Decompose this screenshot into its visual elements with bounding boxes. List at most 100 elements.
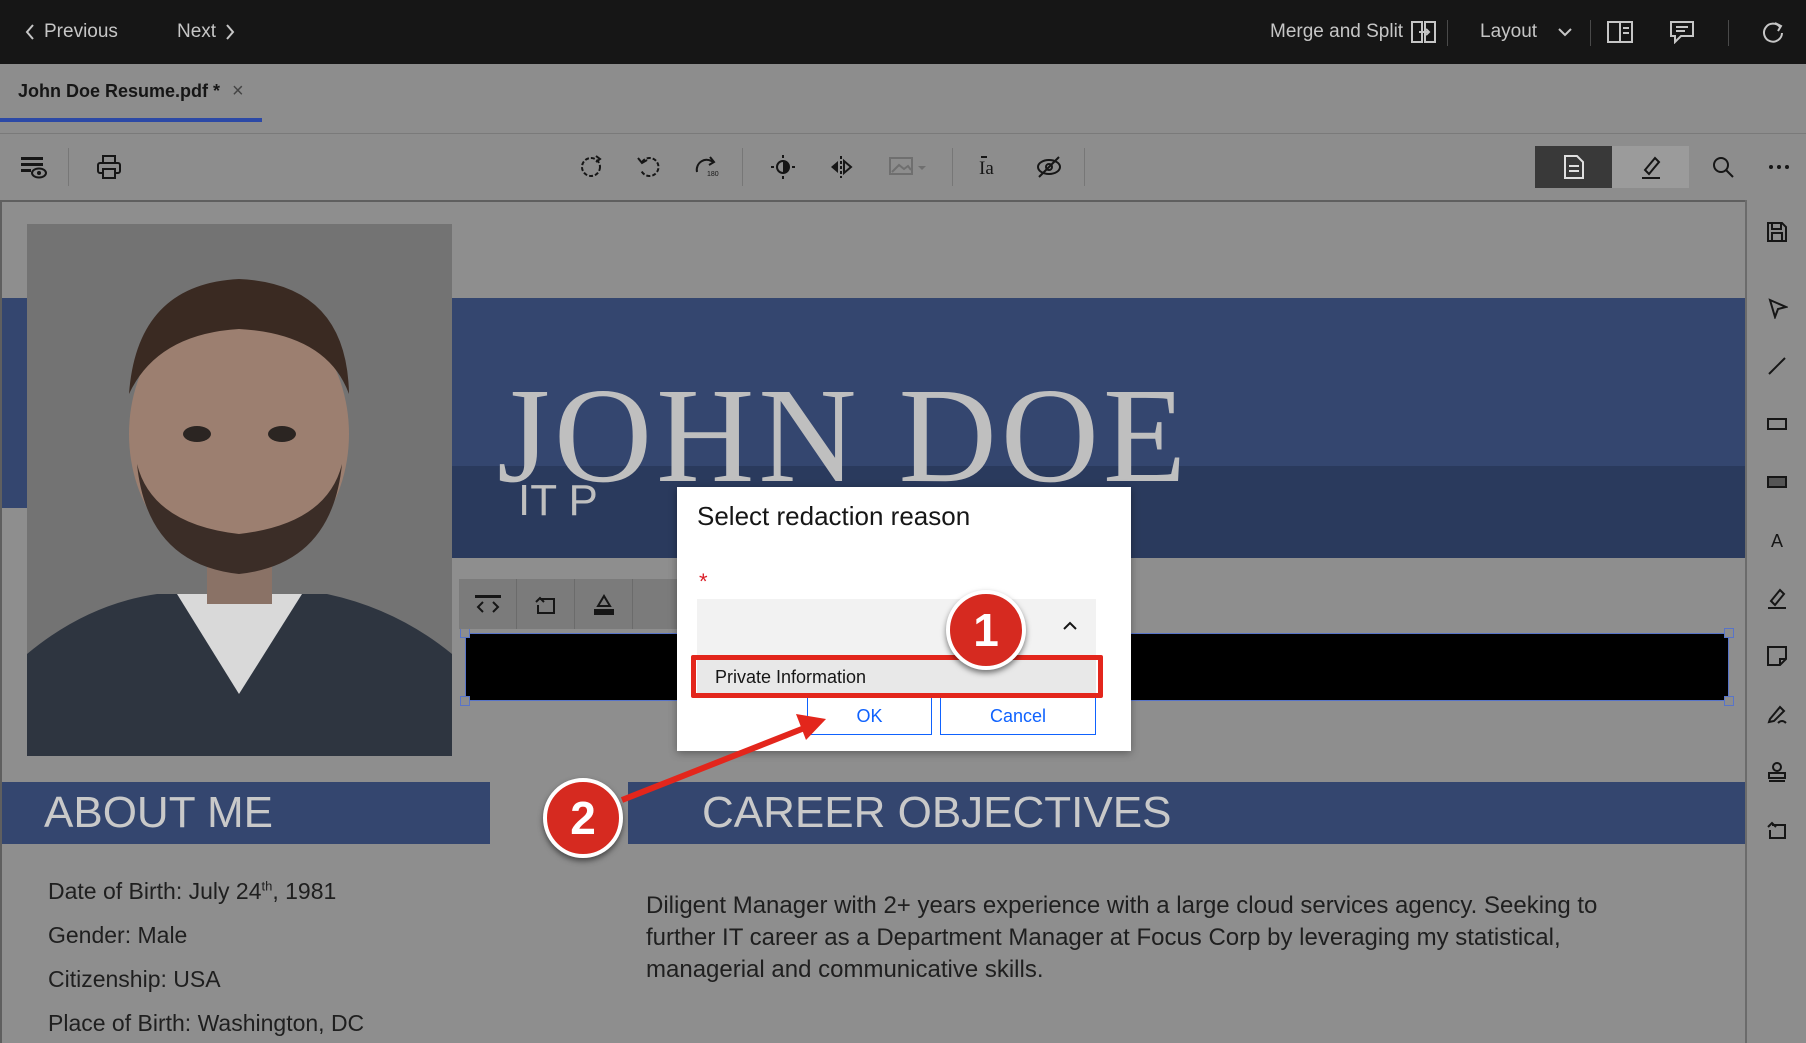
svg-text:Ia: Ia bbox=[979, 158, 994, 179]
career-objective-text: Diligent Manager with 2+ years experienc… bbox=[646, 892, 1598, 983]
text-recognition-button[interactable]: Ia bbox=[974, 150, 1008, 184]
viewer-toolbar: 180 Ia bbox=[0, 134, 1806, 200]
tab-title: John Doe Resume.pdf * bbox=[18, 80, 221, 101]
document-view-button[interactable] bbox=[1535, 146, 1612, 188]
line-tool[interactable] bbox=[1761, 350, 1793, 382]
layout-label: Layout bbox=[1480, 21, 1538, 42]
text-recognition-icon: Ia bbox=[978, 154, 1004, 180]
filled-rectangle-tool[interactable] bbox=[1761, 466, 1793, 498]
annotation-tool-rail: A bbox=[1745, 200, 1806, 1043]
image-adjust-icon bbox=[888, 154, 928, 180]
annotate-button[interactable] bbox=[1612, 146, 1689, 188]
document-tab[interactable]: John Doe Resume.pdf * × bbox=[0, 64, 262, 122]
hide-button[interactable] bbox=[1032, 150, 1066, 184]
toolbar-divider bbox=[68, 148, 69, 186]
top-navigation-bar: Previous Next Merge and Split Layout bbox=[0, 0, 1806, 64]
resize-handle[interactable] bbox=[460, 696, 470, 706]
previous-button[interactable]: Previous bbox=[24, 0, 118, 64]
ok-button[interactable]: OK bbox=[807, 697, 932, 735]
merge-split-button[interactable]: Merge and Split bbox=[1270, 0, 1437, 64]
resize-handle[interactable] bbox=[460, 628, 470, 638]
highlighter-tool[interactable] bbox=[1761, 582, 1793, 614]
save-button[interactable] bbox=[1761, 216, 1793, 248]
undo-icon bbox=[1766, 819, 1788, 841]
resize-handle[interactable] bbox=[1724, 628, 1734, 638]
citizenship: Citizenship: USA bbox=[48, 966, 221, 992]
undo-icon bbox=[534, 593, 558, 615]
required-indicator: * bbox=[699, 569, 708, 594]
print-button[interactable] bbox=[92, 150, 126, 184]
chevron-down-icon bbox=[1557, 27, 1573, 37]
side-panel-button[interactable] bbox=[1607, 0, 1633, 64]
brightness-icon bbox=[770, 154, 796, 180]
app-window: Previous Next Merge and Split Layout Joh… bbox=[0, 0, 1806, 1043]
step-2-badge: 2 bbox=[543, 778, 623, 858]
annotation-mini-toolbar bbox=[459, 579, 681, 629]
profile-photo bbox=[27, 224, 452, 756]
sticky-note-icon bbox=[1766, 645, 1788, 667]
rectangle-tool[interactable] bbox=[1761, 408, 1793, 440]
layout-dropdown[interactable]: Layout bbox=[1480, 0, 1573, 64]
dob-year: , 1981 bbox=[272, 878, 337, 904]
refresh-icon bbox=[1761, 20, 1785, 44]
undo-tool[interactable] bbox=[1761, 814, 1793, 846]
redact-code-icon bbox=[473, 593, 503, 615]
svg-text:180: 180 bbox=[707, 171, 719, 178]
rotate-button[interactable] bbox=[574, 150, 608, 184]
flip-button[interactable] bbox=[824, 150, 858, 184]
save-icon bbox=[1766, 221, 1788, 243]
stamp-icon bbox=[1766, 761, 1788, 783]
place-of-birth: Place of Birth: Washington, DC bbox=[48, 1010, 365, 1036]
undo-annotation-button[interactable] bbox=[517, 579, 575, 629]
flip-icon bbox=[828, 154, 854, 180]
refresh-button[interactable] bbox=[1761, 0, 1785, 64]
document-view-icon bbox=[1563, 154, 1585, 180]
text-tool[interactable]: A bbox=[1761, 524, 1793, 556]
hide-icon bbox=[1035, 154, 1063, 180]
next-button[interactable]: Next bbox=[177, 0, 236, 64]
cancel-button[interactable]: Cancel bbox=[940, 697, 1096, 735]
rotate-left-icon bbox=[636, 154, 662, 180]
image-adjust-dropdown[interactable] bbox=[884, 150, 932, 184]
stamp-tool[interactable] bbox=[1761, 756, 1793, 788]
resize-handle[interactable] bbox=[1724, 696, 1734, 706]
rotate-icon bbox=[578, 154, 604, 180]
overflow-menu-button[interactable] bbox=[1762, 150, 1796, 184]
chevron-left-icon bbox=[24, 23, 36, 41]
reason-select[interactable] bbox=[697, 599, 1096, 657]
text-icon: A bbox=[1766, 529, 1788, 551]
next-label: Next bbox=[177, 21, 217, 42]
line-icon bbox=[1766, 355, 1788, 377]
visibility-menu-button[interactable] bbox=[16, 150, 50, 184]
comments-button[interactable] bbox=[1669, 0, 1695, 64]
rotate-right-button[interactable]: 180 bbox=[689, 150, 723, 184]
topbar-divider bbox=[1590, 20, 1591, 46]
topbar-divider bbox=[1447, 20, 1448, 46]
svg-text:A: A bbox=[1771, 531, 1783, 551]
dob-text: Date of Birth: July 24 bbox=[48, 878, 262, 904]
fill-color-button[interactable] bbox=[575, 579, 633, 629]
dob-superscript: th bbox=[261, 878, 273, 894]
chevron-right-icon bbox=[224, 23, 236, 41]
about-title: ABOUT ME bbox=[44, 788, 274, 837]
close-icon[interactable]: × bbox=[232, 80, 244, 103]
gender: Gender: Male bbox=[48, 922, 188, 948]
callout-highlight-box bbox=[691, 655, 1103, 698]
signature-tool[interactable] bbox=[1761, 698, 1793, 730]
search-button[interactable] bbox=[1706, 150, 1740, 184]
brightness-button[interactable] bbox=[766, 150, 800, 184]
toolbar-divider bbox=[952, 148, 953, 186]
document-tab-bar bbox=[0, 64, 1806, 134]
select-tool[interactable] bbox=[1761, 292, 1793, 324]
select-arrow-icon bbox=[1766, 297, 1788, 319]
side-panel-icon bbox=[1607, 21, 1633, 43]
note-tool[interactable] bbox=[1761, 640, 1793, 672]
step-1-badge: 1 bbox=[946, 590, 1026, 670]
dialog-title: Select redaction reason bbox=[697, 501, 971, 531]
comment-icon bbox=[1669, 20, 1695, 44]
topbar-divider bbox=[1728, 20, 1729, 46]
rotate-left-button[interactable] bbox=[632, 150, 666, 184]
menu-visibility-icon bbox=[19, 154, 47, 180]
signature-icon bbox=[1766, 703, 1788, 725]
redaction-type-button[interactable] bbox=[459, 579, 517, 629]
